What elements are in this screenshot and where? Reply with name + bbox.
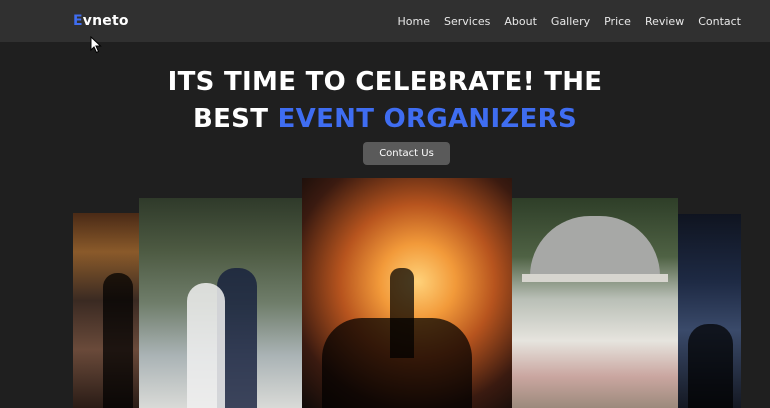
nav-link-contact[interactable]: Contact xyxy=(698,15,741,28)
nav-link-review[interactable]: Review xyxy=(645,15,684,28)
party-confetti-photo xyxy=(73,213,139,408)
mouse-cursor-icon xyxy=(90,36,102,54)
person-silhouette xyxy=(103,273,133,408)
nav-menu: Home Services About Gallery Price Review… xyxy=(384,15,741,28)
concert-crowd-photo xyxy=(302,178,512,408)
nightclub-photo xyxy=(678,214,741,408)
nav-link-services[interactable]: Services xyxy=(444,15,490,28)
hero-headline: ITS TIME TO CELEBRATE! THE BEST EVENT OR… xyxy=(0,64,770,138)
navbar: Evneto Home Services About Gallery Price… xyxy=(0,0,770,42)
wedding-couple-photo xyxy=(139,198,302,408)
club-crowd-silhouette xyxy=(688,324,733,408)
nav-link-gallery[interactable]: Gallery xyxy=(551,15,590,28)
headline-line-2-accent: EVENT ORGANIZERS xyxy=(277,104,577,134)
logo-initial: E xyxy=(73,13,83,29)
nav-link-price[interactable]: Price xyxy=(604,15,631,28)
nav-link-home[interactable]: Home xyxy=(398,15,430,28)
headline-line-2-prefix: BEST xyxy=(193,104,269,134)
gazebo-roof-rim xyxy=(522,274,668,282)
headline-line-1: ITS TIME TO CELEBRATE! THE xyxy=(167,67,603,97)
nav-link-about[interactable]: About xyxy=(504,15,537,28)
contact-us-button[interactable]: Contact Us xyxy=(363,142,450,165)
gazebo-venue-photo xyxy=(512,198,678,408)
bride-silhouette xyxy=(187,283,225,408)
gazebo-dome xyxy=(530,216,660,276)
brand-logo[interactable]: Evneto xyxy=(73,13,129,29)
performer-silhouette xyxy=(390,268,414,358)
logo-text: vneto xyxy=(82,13,129,29)
